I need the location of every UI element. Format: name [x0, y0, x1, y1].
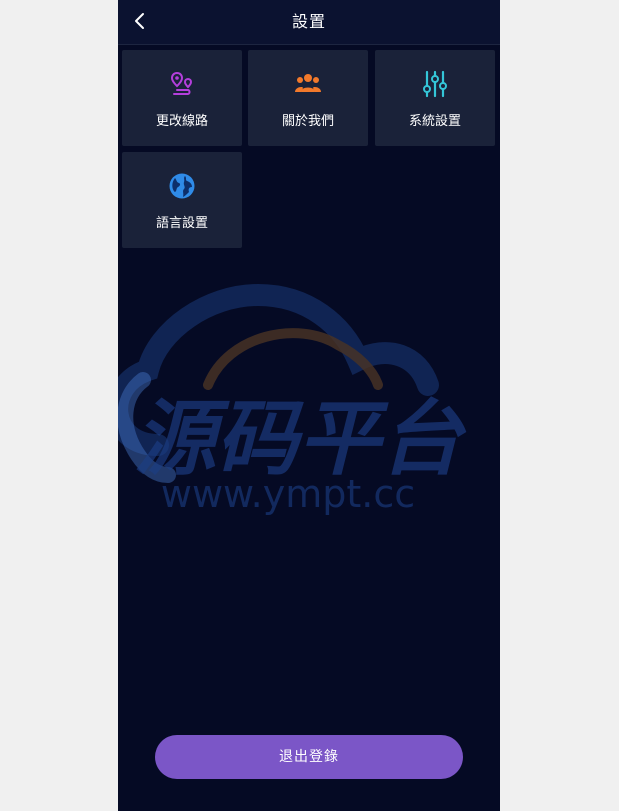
- tile-about-us[interactable]: 關於我們: [248, 50, 368, 146]
- top-nav-bar: 設置: [118, 0, 500, 45]
- watermark-url: www.ympt.cc: [161, 472, 415, 516]
- route-pin-icon: [170, 71, 193, 95]
- users-group-icon: [295, 74, 321, 92]
- tile-label: 關於我們: [281, 114, 334, 129]
- logout-button[interactable]: 退出登錄: [155, 735, 463, 779]
- phone-screen: 設置 更改線路 關於我們 系統設置 語言設置 源码平台 www.ympt.cc …: [118, 0, 500, 811]
- globe-icon: [169, 173, 195, 199]
- tile-label: 更改線路: [155, 114, 208, 129]
- tile-change-route[interactable]: 更改線路: [122, 50, 242, 146]
- tile-label: 系統設置: [408, 114, 461, 129]
- page-title: 設置: [291, 12, 326, 31]
- tile-system-settings[interactable]: 系統設置: [375, 50, 495, 146]
- watermark-logo: 源码平台 www.ympt.cc: [118, 283, 467, 516]
- tile-label: 語言設置: [155, 216, 208, 231]
- sliders-icon: [423, 70, 447, 98]
- watermark-title: 源码平台: [134, 392, 467, 487]
- tile-language-settings[interactable]: 語言設置: [122, 152, 242, 248]
